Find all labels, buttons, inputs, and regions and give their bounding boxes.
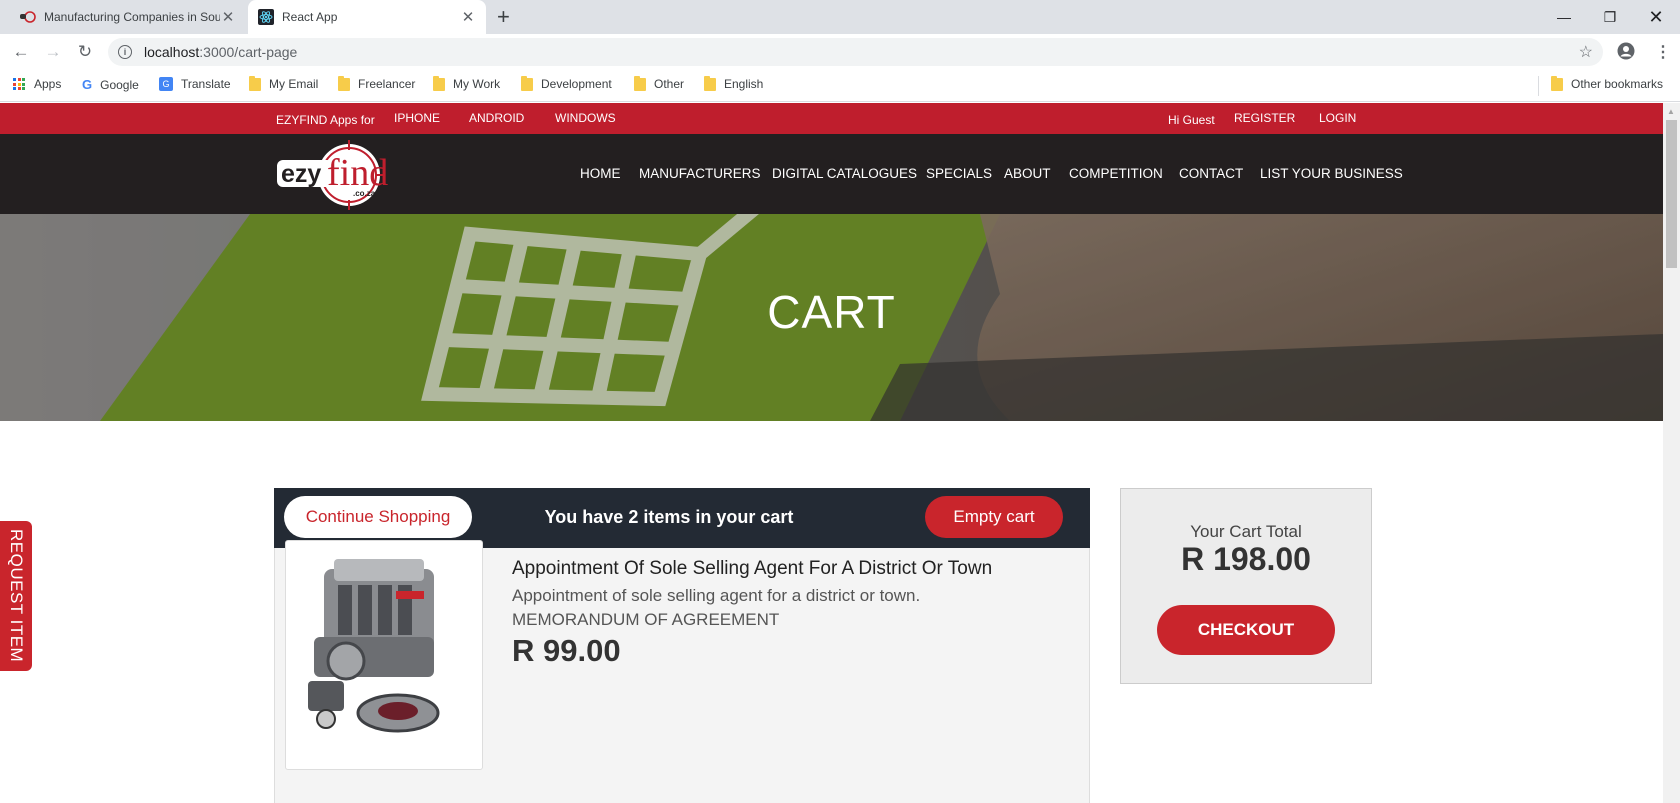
greeting-text: Hi Guest [1168,113,1215,127]
restore-icon[interactable]: ❐ [1587,0,1633,34]
folder-icon [433,75,445,91]
forward-icon[interactable]: → [41,41,65,63]
tab-title: React App [282,10,338,24]
browser-menu-icon[interactable]: ⋮ [1655,42,1671,62]
browser-tab-manufacturing[interactable]: Manufacturing Companies in Sou ✕ [10,0,246,34]
browser-tab-strip: Manufacturing Companies in Sou ✕ React A… [0,0,1680,34]
cart-header-bar: Continue Shopping You have 2 items in yo… [274,488,1090,548]
cart-item-count: You have 2 items in your cart [544,507,794,527]
continue-shopping-button[interactable]: Continue Shopping [284,496,472,538]
cart-total-value: R 198.00 [1181,541,1311,577]
bookmarks-bar: Apps G Google G Translate My Email Freel… [0,70,1680,102]
register-link[interactable]: REGISTER [1234,111,1295,125]
folder-icon [249,75,261,91]
nav-contact[interactable]: CONTACT [1179,166,1243,181]
bookmark-development[interactable]: Development [521,75,612,91]
logo-text-find: find [327,152,388,194]
windows-link[interactable]: WINDOWS [555,111,616,125]
request-item-tab[interactable]: REQUEST ITEM [0,521,32,671]
url-text: localhost:3000/cart-page [144,44,298,60]
back-icon[interactable]: ← [9,41,33,63]
item-description-line: Appointment of sole selling agent for a … [512,586,921,605]
translate-icon: G [159,77,173,91]
logo-text-ezy: ezy [281,160,321,188]
bookmark-my-email[interactable]: My Email [249,75,318,91]
profile-icon[interactable] [1617,42,1635,65]
folder-icon [1551,75,1563,91]
google-icon: G [82,77,93,92]
empty-cart-button[interactable]: Empty cart [925,496,1063,538]
engine-image [308,559,440,733]
folder-icon [634,75,646,91]
cart-item-price: R 99.00 [512,633,621,668]
browser-toolbar: ← → ↻ i localhost:3000/cart-page ☆ ⋮ [0,34,1680,70]
login-link[interactable]: LOGIN [1319,111,1356,125]
checkout-button[interactable]: CHECKOUT [1157,605,1335,655]
new-tab-icon[interactable]: + [497,6,510,28]
main-navigation: ezy find .co.za HOME MANUFACTURERS DIGIT… [0,134,1663,214]
folder-icon [704,75,716,91]
page-scrollbar[interactable]: ▲ [1663,103,1680,803]
site-favicon-icon [20,9,36,25]
logo-text-domain: .co.za [353,189,376,198]
close-window-icon[interactable]: ✕ [1633,0,1679,34]
iphone-link[interactable]: IPHONE [394,111,440,125]
scrollbar-thumb[interactable] [1666,120,1677,268]
apps-label: EZYFIND Apps for [276,113,375,127]
top-utility-bar: EZYFIND Apps for IPHONE ANDROID WINDOWS … [0,103,1663,134]
nav-competition[interactable]: COMPETITION [1069,166,1163,181]
nav-specials[interactable]: SPECIALS [926,166,992,181]
react-icon [258,9,274,25]
page-title: CART [767,286,896,338]
bookmark-star-icon[interactable]: ☆ [1579,42,1593,62]
reload-icon[interactable]: ↻ [73,41,97,63]
page-viewport: EZYFIND Apps for IPHONE ANDROID WINDOWS … [0,103,1663,803]
close-tab-icon[interactable]: ✕ [460,8,476,26]
folder-icon [338,75,350,91]
cart-total-label: Your Cart Total [1190,522,1302,541]
address-bar[interactable]: i localhost:3000/cart-page ☆ [108,38,1603,66]
cart-item-description: Appointment of sole selling agent for a … [512,584,1072,632]
bookmark-english[interactable]: English [704,75,763,91]
request-item-label: REQUEST ITEM [7,529,26,663]
cart-hero-banner: CART [0,214,1663,421]
nav-home[interactable]: HOME [580,166,621,181]
cart-item-title[interactable]: Appointment Of Sole Selling Agent For A … [512,558,992,580]
nav-list-your-business[interactable]: LIST YOUR BUSINESS [1260,166,1403,181]
bookmark-divider [1538,76,1539,96]
close-tab-icon[interactable]: ✕ [220,8,236,26]
bookmark-translate[interactable]: G Translate [159,77,231,91]
scroll-up-arrow-icon[interactable]: ▲ [1667,107,1675,116]
browser-tab-react-app[interactable]: React App ✕ [248,0,486,34]
site-info-icon[interactable]: i [118,45,132,59]
bookmark-freelancer[interactable]: Freelancer [338,75,415,91]
tab-title: Manufacturing Companies in Sou [44,10,220,24]
bookmark-other[interactable]: Other [634,75,684,91]
apps-grid-icon [13,78,25,90]
minimize-icon[interactable]: — [1541,0,1587,34]
nav-digital-catalogues[interactable]: DIGITAL CATALOGUES [772,166,917,181]
nav-manufacturers[interactable]: MANUFACTURERS [639,166,761,181]
cart-total-box: Your Cart Total R 198.00 CHECKOUT [1120,488,1372,684]
bookmark-my-work[interactable]: My Work [433,75,500,91]
item-description-line: MEMORANDUM OF AGREEMENT [512,610,780,629]
ezyfind-logo[interactable]: ezy find .co.za [275,138,400,212]
bookmark-google[interactable]: G Google [82,77,139,92]
android-link[interactable]: ANDROID [469,111,524,125]
bookmark-other-bookmarks[interactable]: Other bookmarks [1551,75,1663,91]
bookmark-apps[interactable]: Apps [13,77,61,91]
nav-about[interactable]: ABOUT [1004,166,1051,181]
folder-icon [521,75,533,91]
product-image[interactable] [285,540,483,770]
